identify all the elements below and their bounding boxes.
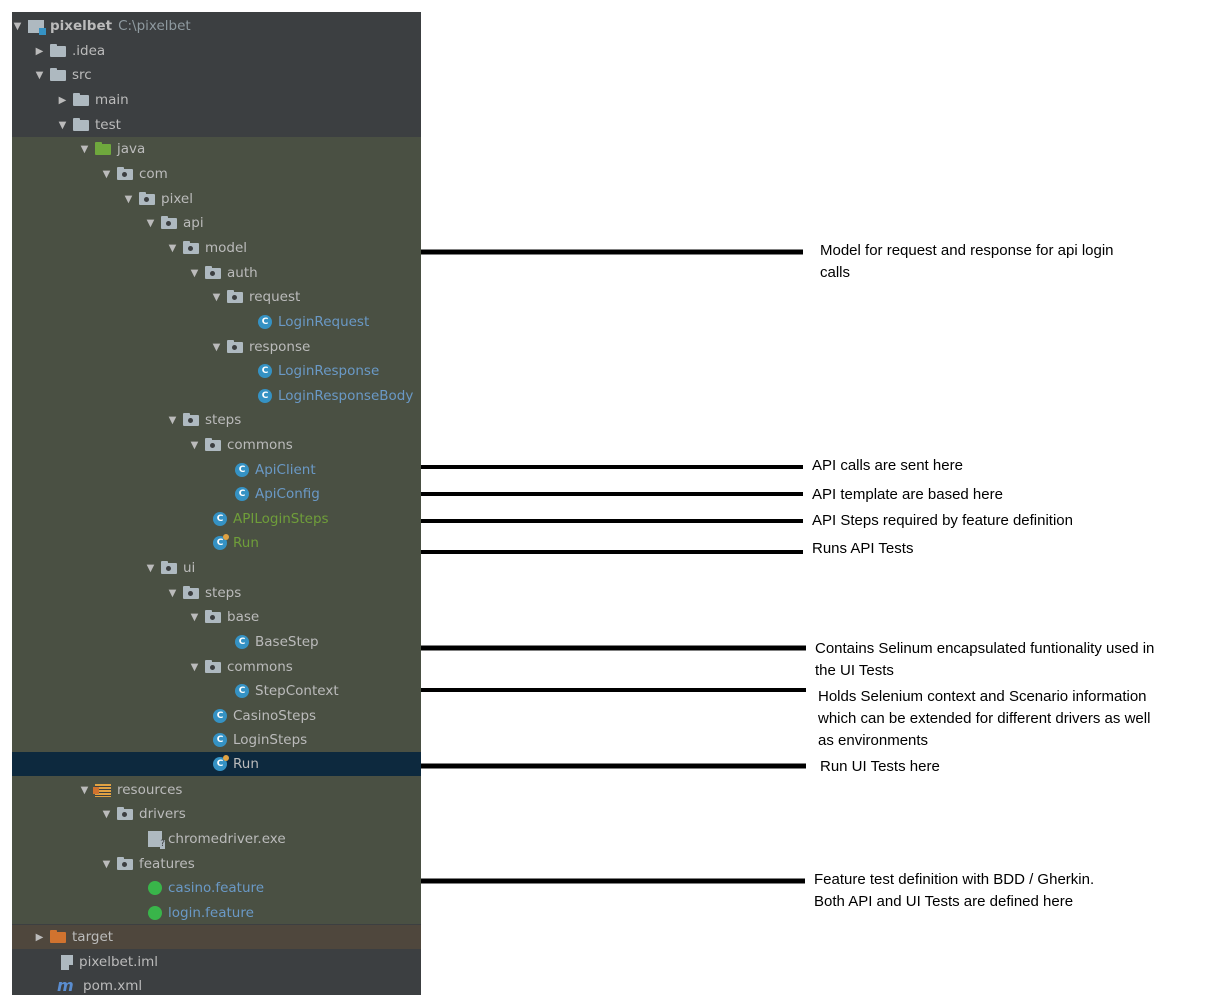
note-line: API template are based here <box>812 486 1003 503</box>
note-line: Both API and UI Tests are defined here <box>814 893 1074 910</box>
note-base-step: Contains Selinum encapsulated funtionali… <box>815 638 1154 682</box>
note-line: which can be extended for different driv… <box>818 710 1151 727</box>
note-step-context: Holds Selenium context and Scenario info… <box>818 686 1150 752</box>
note-line: API Steps required by feature definition <box>812 512 1073 529</box>
note-api-config: API template are based here <box>812 484 1003 506</box>
note-line: Holds Selenium context and Scenario info… <box>818 688 1147 705</box>
note-line: calls <box>820 264 851 281</box>
note-ui-run: Run UI Tests here <box>820 756 940 778</box>
note-line: as environments <box>818 732 929 749</box>
note-line: Contains Selinum encapsulated funtionali… <box>815 640 1155 657</box>
note-api-steps: API Steps required by feature definition <box>812 510 1073 532</box>
note-line: the UI Tests <box>815 662 894 679</box>
note-line: Runs API Tests <box>812 540 914 557</box>
note-model: Model for request and response for api l… <box>820 240 1114 284</box>
note-line: Feature test definition with BDD / Gherk… <box>814 871 1095 888</box>
note-api-run: Runs API Tests <box>812 538 913 560</box>
note-features: Feature test definition with BDD / Gherk… <box>814 869 1094 913</box>
note-line: Run UI Tests here <box>820 758 940 775</box>
connector-lines <box>421 249 806 884</box>
note-api-client: API calls are sent here <box>812 455 963 477</box>
note-line: API calls are sent here <box>812 457 963 474</box>
note-line: Model for request and response for api l… <box>820 242 1114 259</box>
